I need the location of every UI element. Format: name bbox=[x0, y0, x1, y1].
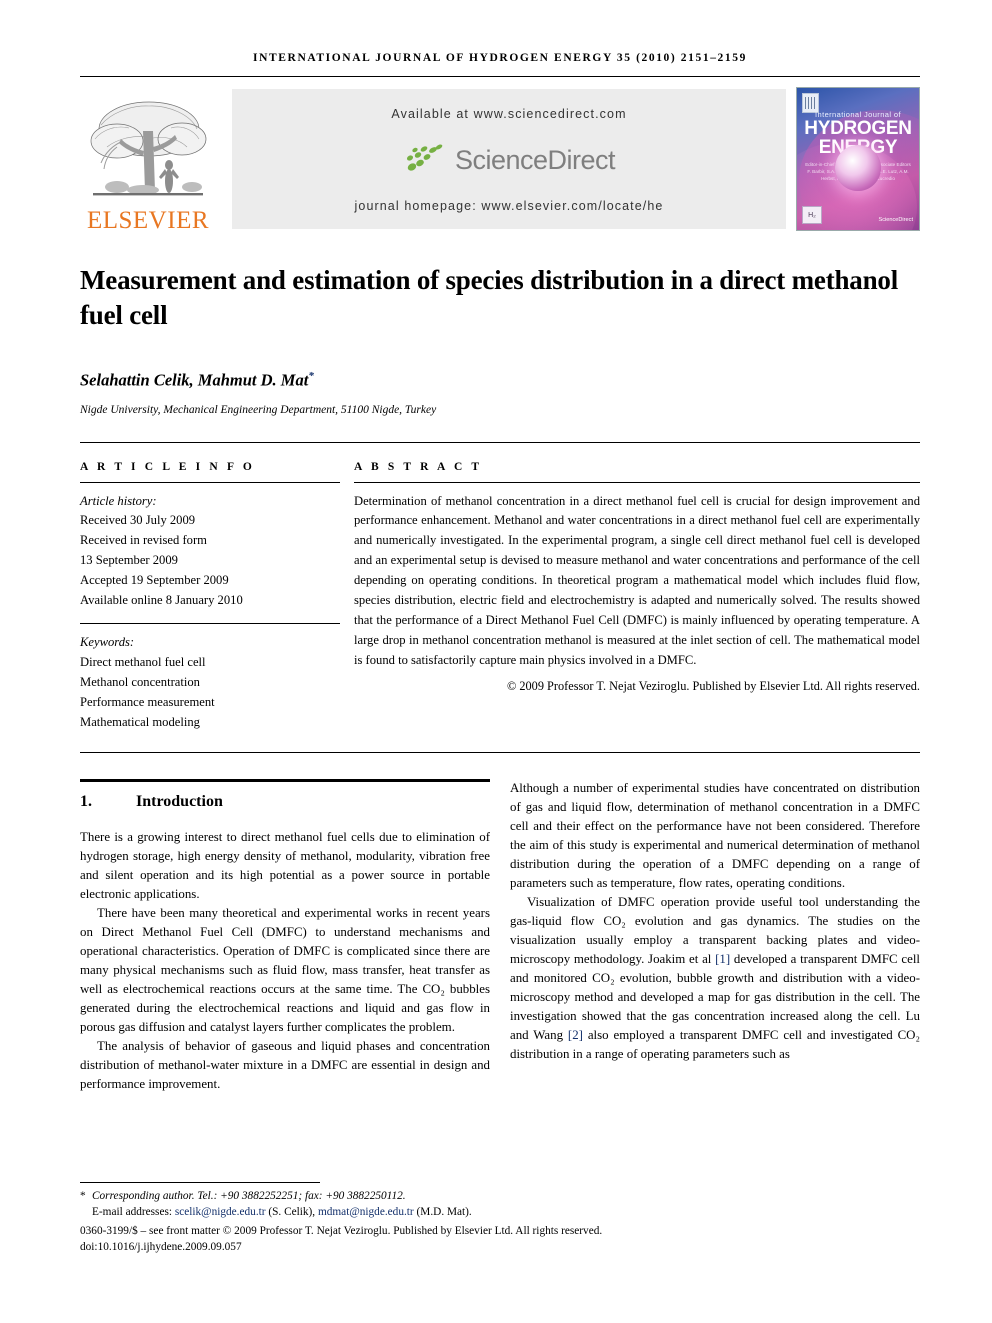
cover-title-hydrogen: HYDROGEN bbox=[804, 118, 912, 139]
article-page: International Journal of Hydrogen Energy… bbox=[80, 0, 920, 1323]
available-at-text: Available at www.sciencedirect.com bbox=[391, 107, 627, 121]
email-name-1: (S. Celik), bbox=[265, 1206, 318, 1219]
article-info-rule bbox=[80, 481, 340, 483]
sciencedirect-wordmark: ScienceDirect bbox=[454, 144, 616, 175]
author-list: Selahattin Celik, Mahmut D. Mat* bbox=[80, 370, 920, 391]
sciencedirect-logo: ScienceDirect bbox=[403, 143, 616, 177]
corresponding-author-marker: * bbox=[308, 370, 314, 383]
paragraph: There is a growing interest to direct me… bbox=[80, 830, 490, 902]
email-link-2[interactable]: mdmat@nigde.edu.tr bbox=[318, 1206, 414, 1218]
history-item: Accepted 19 September 2009 bbox=[80, 573, 229, 588]
footnote-rule bbox=[80, 1182, 320, 1183]
section-top-rule bbox=[80, 779, 490, 783]
running-head: International Journal of Hydrogen Energy… bbox=[253, 52, 747, 64]
corresponding-author-text: Corresponding author. Tel.: +90 38822522… bbox=[92, 1190, 406, 1202]
info-abstract-block: A R T I C L E I N F O Article history: R… bbox=[80, 461, 920, 733]
abstract-column: A B S T R A C T Determination of methano… bbox=[354, 461, 920, 733]
abstract-text: Determination of methanol concentration … bbox=[354, 493, 920, 667]
page-title: Measurement and estimation of species di… bbox=[80, 265, 899, 330]
history-item: Available online 8 January 2010 bbox=[80, 593, 243, 608]
email-note: E-mail addresses: scelik@nigde.edu.tr (S… bbox=[80, 1204, 920, 1220]
section-title: Introduction bbox=[136, 793, 223, 811]
cover-sphere-graphic bbox=[835, 144, 881, 191]
article-history-label: Article history: bbox=[80, 493, 157, 508]
body-right-column: Although a number of experimental studie… bbox=[510, 779, 920, 1164]
abstract-copyright: © 2009 Professor T. Nejat Veziroglu. Pub… bbox=[506, 678, 920, 693]
keyword-item: Direct methanol fuel cell bbox=[80, 654, 206, 669]
history-item: Received in revised form bbox=[80, 533, 207, 548]
paragraph: There have been many theoretical and exp… bbox=[80, 906, 490, 1035]
history-item: Received 30 July 2009 bbox=[80, 513, 196, 528]
corresponding-author-note: * Corresponding author. Tel.: +90 3882252… bbox=[80, 1188, 920, 1204]
keywords-block: Keywords: Direct methanol fuel cell Meth… bbox=[80, 633, 340, 732]
email-name-2: (M.D. Mat). bbox=[413, 1206, 472, 1219]
journal-homepage-text: journal homepage: www.elsevier.com/locat… bbox=[354, 199, 664, 213]
journal-cover-image: International Journal of HYDROGEN ENERGY… bbox=[796, 87, 920, 231]
keyword-item: Methanol concentration bbox=[80, 674, 200, 689]
article-info-heading: A R T I C L E I N F O bbox=[80, 460, 255, 473]
abstract-heading: A B S T R A C T bbox=[354, 460, 483, 473]
elsevier-tree-icon bbox=[90, 101, 207, 196]
body-left-column: 1. Introduction There is a growing inter… bbox=[80, 779, 490, 1164]
issn-line: 0360-3199/$ – see front matter © 2009 Pr… bbox=[80, 1225, 603, 1238]
keyword-item: Performance measurement bbox=[80, 694, 215, 709]
elsevier-wordmark: ELSEVIER bbox=[86, 207, 210, 234]
citation-link-2[interactable]: [2] bbox=[568, 1028, 583, 1042]
section-number: 1. bbox=[80, 793, 92, 811]
footnote-star: * bbox=[80, 1190, 86, 1202]
keywords-label: Keywords: bbox=[80, 634, 135, 649]
history-item: 13 September 2009 bbox=[80, 553, 178, 568]
keywords-rule bbox=[80, 622, 340, 624]
citation-link-1[interactable]: [1] bbox=[715, 952, 730, 966]
section-heading: 1. Introduction bbox=[80, 793, 490, 811]
paragraph: Although a number of experimental studie… bbox=[510, 781, 920, 891]
doi-line: doi:10.1016/j.ijhydene.2009.09.057 bbox=[80, 1241, 242, 1254]
abstract-rule bbox=[354, 481, 920, 483]
cover-sciencedirect-tag: ScienceDirect bbox=[878, 217, 913, 223]
cover-he-badge: H₂ bbox=[802, 206, 822, 224]
abstract-bottom-rule bbox=[80, 752, 920, 754]
body-column-gap bbox=[490, 779, 510, 1164]
body-columns: 1. Introduction There is a growing inter… bbox=[80, 779, 920, 1164]
footnotes: * Corresponding author. Tel.: +90 3882252… bbox=[80, 1188, 920, 1255]
keyword-item: Mathematical modeling bbox=[80, 714, 200, 729]
masthead: ELSEVIER Available at www.sciencedirect.… bbox=[80, 83, 920, 235]
article-info-column: A R T I C L E I N F O Article history: R… bbox=[80, 461, 340, 733]
sciencedirect-leaf-icon bbox=[406, 144, 443, 171]
email-label: E-mail addresses: bbox=[92, 1206, 175, 1219]
header-rule bbox=[80, 76, 920, 77]
elsevier-logo: ELSEVIER bbox=[80, 83, 216, 235]
author-names: Selahattin Celik, Mahmut D. Mat bbox=[80, 370, 309, 390]
email-link-1[interactable]: scelik@nigde.edu.tr bbox=[175, 1206, 266, 1218]
article-history: Article history: Received 30 July 2009 R… bbox=[80, 492, 340, 611]
paragraph: Visualization of DMFC operation provide … bbox=[510, 893, 920, 1064]
affiliation: Nigde University, Mechanical Engineering… bbox=[80, 403, 437, 416]
column-gap bbox=[340, 461, 354, 733]
info-section-rule bbox=[80, 441, 920, 443]
paragraph: The analysis of behavior of gaseous and … bbox=[80, 1039, 490, 1091]
sciencedirect-banner: Available at www.sciencedirect.com Scien… bbox=[232, 89, 786, 229]
